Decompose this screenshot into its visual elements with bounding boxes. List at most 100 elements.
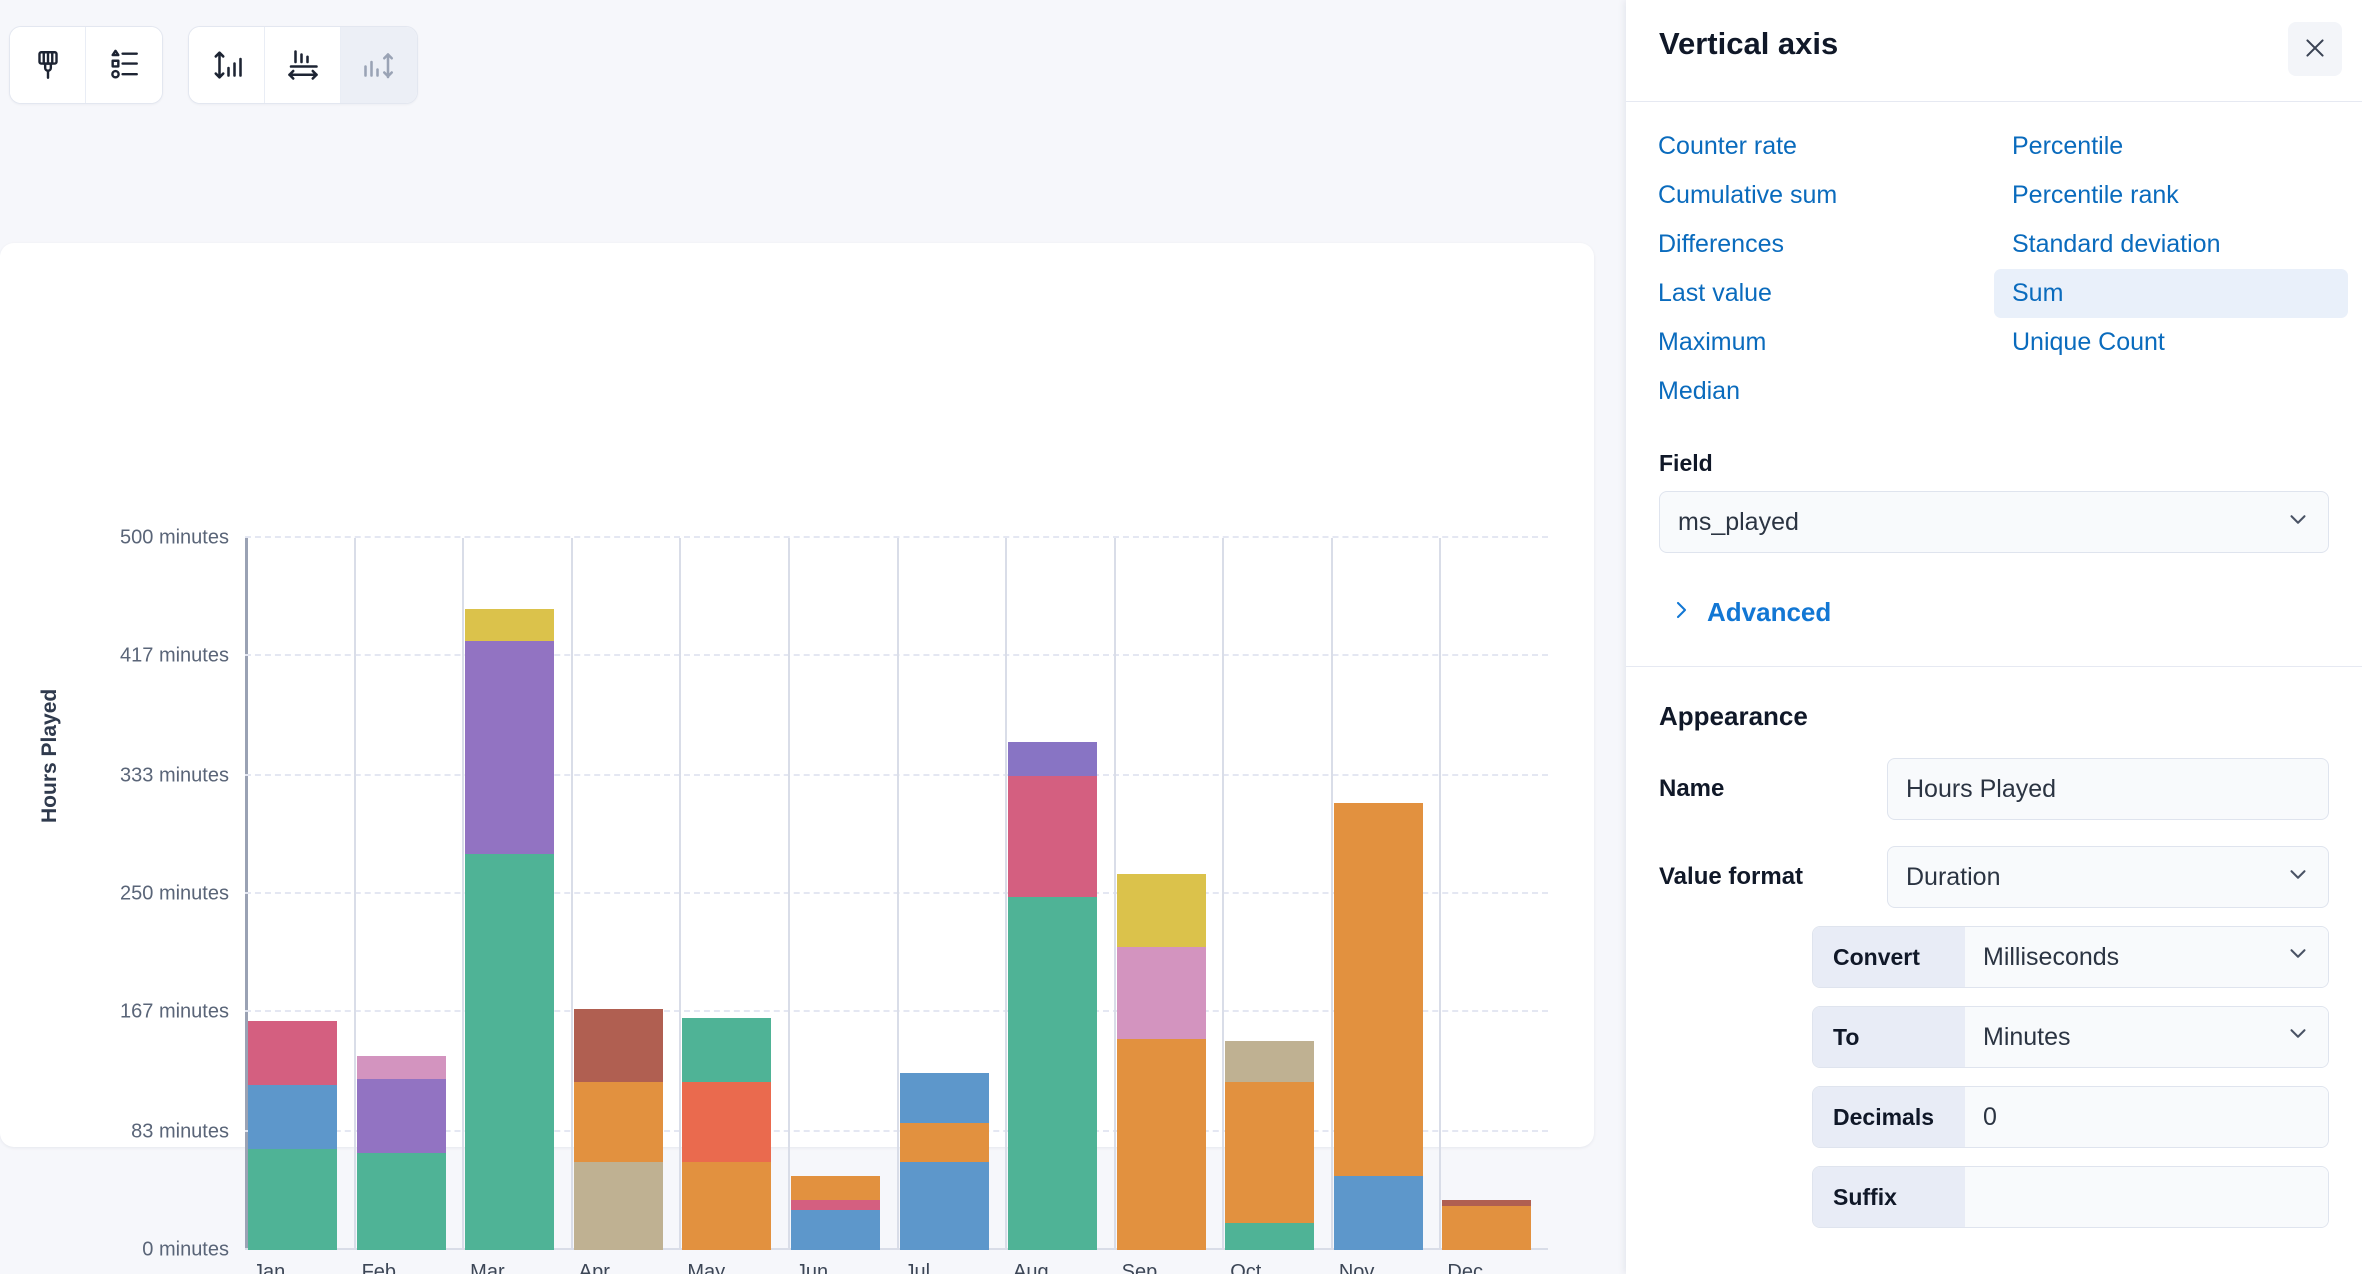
aggregation-item[interactable]: Percentile rank: [1994, 171, 2348, 220]
plot-area: 0 minutes83 minutes167 minutes250 minute…: [245, 538, 1548, 1250]
bar-segment[interactable]: [465, 641, 554, 855]
bar-segment[interactable]: [574, 1082, 663, 1162]
bar-segment[interactable]: [682, 1162, 771, 1250]
bar-segment[interactable]: [1225, 1223, 1314, 1250]
bar[interactable]: [1442, 1200, 1531, 1250]
bar-segment[interactable]: [1008, 897, 1097, 1250]
bar-segment[interactable]: [1334, 1176, 1423, 1250]
y-axis-tick-label: 83 minutes: [131, 1120, 229, 1143]
x-axis-tick-label: Apr: [579, 1261, 610, 1274]
bar-segment[interactable]: [1008, 776, 1097, 897]
bar[interactable]: [465, 609, 554, 1250]
aggregation-item[interactable]: Percentile: [1994, 122, 2348, 171]
x-axis-tick-label: Oct: [1230, 1261, 1261, 1274]
chart-toolbar: [9, 26, 418, 104]
aggregation-item[interactable]: Last value: [1640, 269, 1994, 318]
bar[interactable]: [357, 1056, 446, 1250]
bar-segment[interactable]: [791, 1210, 880, 1250]
name-input[interactable]: Hours Played: [1887, 758, 2329, 820]
x-axis-tick-label: Mar: [470, 1261, 504, 1274]
bar-segment[interactable]: [357, 1056, 446, 1079]
bar-segment[interactable]: [791, 1200, 880, 1210]
x-axis-tick-label: Jan 2024: [253, 1261, 298, 1274]
convert-row: Convert Milliseconds: [1812, 926, 2329, 988]
bar-segment[interactable]: [1008, 742, 1097, 776]
bar-segment[interactable]: [682, 1082, 771, 1162]
bar-segment[interactable]: [248, 1085, 337, 1149]
vertical-axis-panel: Vertical axis Counter ratePercentileCumu…: [1626, 0, 2362, 1274]
bar-segment[interactable]: [1334, 846, 1423, 1176]
aggregation-list: Counter ratePercentileCumulative sumPerc…: [1626, 102, 2362, 416]
bar[interactable]: [574, 1009, 663, 1250]
bar[interactable]: [1117, 874, 1206, 1250]
bar[interactable]: [791, 1176, 880, 1250]
category-separator: [462, 538, 464, 1250]
category-separator: [571, 538, 573, 1250]
bar[interactable]: [248, 1021, 337, 1250]
bar-segment[interactable]: [900, 1162, 989, 1250]
category-separator: [897, 538, 899, 1250]
bar-segment[interactable]: [357, 1153, 446, 1250]
decimals-row: Decimals 0: [1812, 1086, 2329, 1148]
bar[interactable]: [682, 1018, 771, 1250]
bar-segment[interactable]: [248, 1021, 337, 1085]
bar-segment[interactable]: [574, 1162, 663, 1250]
aggregation-item[interactable]: Cumulative sum: [1640, 171, 1994, 220]
to-select[interactable]: Minutes: [1965, 1007, 2328, 1067]
bar-segment[interactable]: [1225, 1082, 1314, 1223]
bar[interactable]: [1225, 1041, 1314, 1250]
bar-segment[interactable]: [900, 1123, 989, 1161]
bar-segment[interactable]: [248, 1149, 337, 1250]
x-axis-tick-label: Dec: [1447, 1261, 1483, 1274]
data-list-icon: [107, 48, 141, 82]
bar-segment[interactable]: [1117, 874, 1206, 947]
convert-select[interactable]: Milliseconds: [1965, 927, 2328, 987]
bar-segment[interactable]: [1225, 1041, 1314, 1082]
bar-segment[interactable]: [791, 1176, 880, 1200]
decimals-input[interactable]: 0: [1965, 1087, 2328, 1147]
category-separator: [1222, 538, 1224, 1250]
aggregation-item[interactable]: Differences: [1640, 220, 1994, 269]
aggregation-item[interactable]: Counter rate: [1640, 122, 1994, 171]
category-separator: [1005, 538, 1007, 1250]
bar-segment[interactable]: [574, 1009, 663, 1082]
style-button[interactable]: [10, 27, 86, 103]
bar-segment[interactable]: [682, 1018, 771, 1082]
horizontal-axis-icon: [285, 47, 321, 83]
bar-segment[interactable]: [1442, 1206, 1531, 1250]
category-separator: [679, 538, 681, 1250]
value-format-label: Value format: [1659, 863, 1887, 891]
data-button[interactable]: [86, 27, 162, 103]
suffix-input[interactable]: [1965, 1167, 2328, 1227]
bar-segment[interactable]: [357, 1079, 446, 1153]
chevron-down-icon: [2285, 507, 2311, 538]
advanced-toggle[interactable]: Advanced: [1669, 597, 2329, 628]
aggregation-item[interactable]: Standard deviation: [1994, 220, 2348, 269]
close-button[interactable]: [2288, 22, 2342, 76]
name-row: Name Hours Played: [1659, 758, 2329, 820]
aggregation-item[interactable]: Sum: [1994, 269, 2348, 318]
bar-segment[interactable]: [1334, 803, 1423, 846]
bar[interactable]: [900, 1073, 989, 1250]
aggregation-item[interactable]: Median: [1640, 367, 1994, 416]
aggregation-item[interactable]: Maximum: [1640, 318, 1994, 367]
bar-segment[interactable]: [465, 609, 554, 640]
breakout-button[interactable]: [341, 27, 417, 103]
bar-segment[interactable]: [1117, 1039, 1206, 1250]
value-format-select[interactable]: Duration: [1887, 846, 2329, 908]
chart: Hours Played Time per month 0 minutes83 …: [0, 243, 1594, 1147]
bar[interactable]: [1334, 803, 1423, 1250]
name-label: Name: [1659, 775, 1887, 803]
to-row: To Minutes: [1812, 1006, 2329, 1068]
field-select[interactable]: ms_played: [1659, 491, 2329, 553]
bar[interactable]: [1008, 742, 1097, 1250]
panel-title: Vertical axis: [1659, 26, 1838, 62]
bar-segment[interactable]: [465, 854, 554, 1250]
y-axis-title: Hours Played: [38, 689, 62, 823]
vertical-axis-button[interactable]: [189, 27, 265, 103]
appearance-title: Appearance: [1659, 701, 2362, 732]
bar-segment[interactable]: [900, 1073, 989, 1123]
bar-segment[interactable]: [1117, 947, 1206, 1040]
aggregation-item[interactable]: Unique Count: [1994, 318, 2348, 367]
horizontal-axis-button[interactable]: [265, 27, 341, 103]
